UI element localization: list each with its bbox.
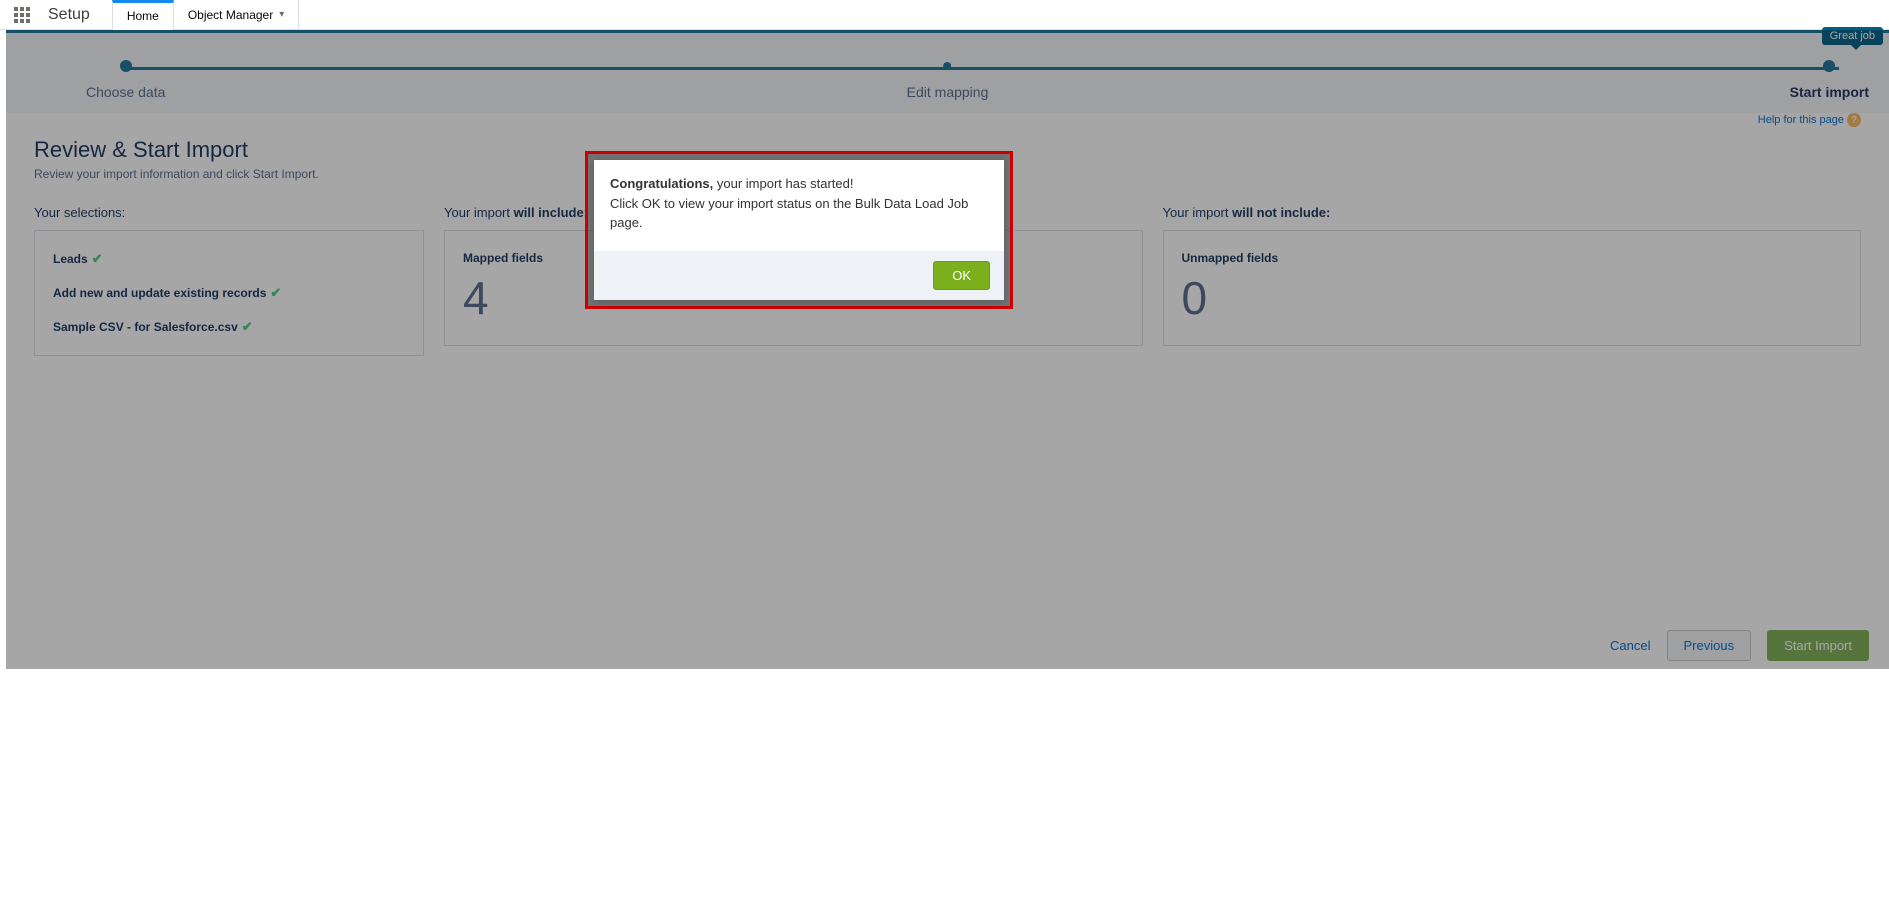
modal-congrats-label: Congratulations, [610, 176, 713, 191]
modal-line-1: Congratulations, your import has started… [610, 174, 988, 194]
modal-line-1-rest: your import has started! [713, 176, 853, 191]
tab-object-manager[interactable]: Object Manager ▾ [174, 0, 299, 30]
modal-backdrop [6, 30, 1889, 669]
tab-object-manager-label: Object Manager [188, 8, 273, 22]
chevron-down-icon: ▾ [279, 9, 284, 20]
modal-line-2: Click OK to view your import status on t… [610, 194, 988, 233]
confirmation-modal-highlight: Congratulations, your import has started… [585, 151, 1013, 309]
modal-body: Congratulations, your import has started… [594, 160, 1004, 251]
tab-home[interactable]: Home [112, 0, 174, 30]
tab-home-label: Home [127, 9, 159, 23]
confirmation-modal: Congratulations, your import has started… [594, 160, 1004, 300]
top-nav-bar: Setup Home Object Manager ▾ [0, 0, 1889, 30]
setup-title: Setup [48, 6, 90, 24]
app-launcher-icon[interactable] [14, 7, 30, 23]
modal-footer: OK [594, 251, 1004, 300]
ok-button[interactable]: OK [933, 261, 990, 290]
